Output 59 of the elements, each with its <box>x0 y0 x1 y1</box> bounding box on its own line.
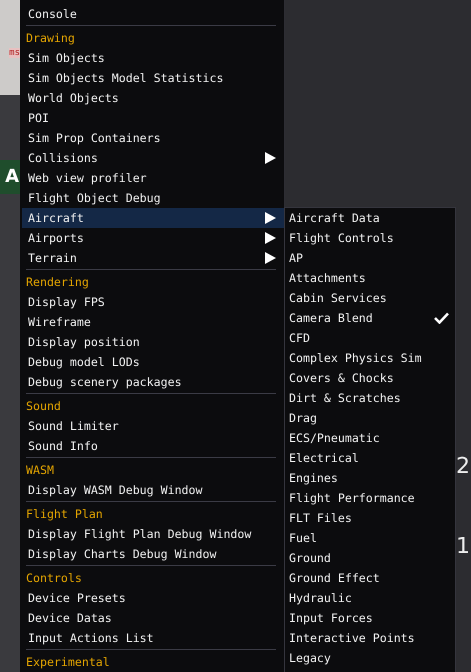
menu-item[interactable]: Flight Object Debug <box>22 188 284 208</box>
menu-item[interactable]: Flight Performance <box>285 488 455 508</box>
menu-item[interactable]: ECS/Pneumatic <box>285 428 455 448</box>
menu-item[interactable]: Aircraft Data <box>285 208 455 228</box>
readout-value: 2 <box>456 454 470 479</box>
menu-item[interactable]: Display WASM Debug Window <box>22 480 284 500</box>
menu-item[interactable]: Sim Objects <box>22 48 284 68</box>
menu-item[interactable]: Legacy <box>285 648 455 668</box>
menu-item[interactable]: Fuel <box>285 528 455 548</box>
menu-item[interactable]: Sim Objects Model Statistics <box>22 68 284 88</box>
menu-item[interactable]: Collisions <box>22 148 284 168</box>
menu-item[interactable]: Input Actions List <box>22 628 284 648</box>
menu-item[interactable]: FLT Files <box>285 508 455 528</box>
sign-fragment: A <box>0 160 20 194</box>
menu-item[interactable]: Display position <box>22 332 284 352</box>
menu-item[interactable]: Electrical <box>285 448 455 468</box>
section-header: WASM <box>25 462 55 479</box>
section-header: Flight Plan <box>25 506 104 523</box>
menu-item[interactable]: Device Presets <box>22 588 284 608</box>
menu-item[interactable]: Complex Physics Sim <box>285 348 455 368</box>
menu-item[interactable]: World Objects <box>22 88 284 108</box>
stat-label: ms <box>9 48 20 58</box>
menu-item[interactable]: Camera Blend <box>285 308 455 328</box>
menu-item[interactable]: Debug scenery packages <box>22 372 284 392</box>
menu-item[interactable]: Interactive Points <box>285 628 455 648</box>
menu-item[interactable]: Input Forces <box>285 608 455 628</box>
menu-item[interactable]: Engines <box>285 468 455 488</box>
menu-item[interactable]: Display FPS <box>22 292 284 312</box>
menu-item[interactable]: Dirt & Scratches <box>285 388 455 408</box>
menu-item[interactable]: Display Flight Plan Debug Window <box>22 524 284 544</box>
menu-item[interactable]: Flight Controls <box>285 228 455 248</box>
section-header: Controls <box>25 570 83 587</box>
menu-item[interactable]: AP <box>285 248 455 268</box>
menu-item[interactable]: Terrain <box>22 248 284 268</box>
section-header: Experimental <box>25 654 111 671</box>
menu-item[interactable]: Aircraft <box>22 208 284 228</box>
menu-item[interactable]: CFD <box>285 328 455 348</box>
menu-item[interactable]: Attachments <box>285 268 455 288</box>
menu-item[interactable]: Sim Prop Containers <box>22 128 284 148</box>
menu-item[interactable]: Cabin Services <box>285 288 455 308</box>
section-header: Drawing <box>25 30 76 47</box>
menu-item[interactable]: Ground Effect <box>285 568 455 588</box>
menu-item[interactable]: Debug model LODs <box>22 352 284 372</box>
section-header: Sound <box>25 398 62 415</box>
menu-item[interactable]: Device Datas <box>22 608 284 628</box>
menu-item[interactable]: Sound Limiter <box>22 416 284 436</box>
menu-item[interactable]: Airports <box>22 228 284 248</box>
menu-item[interactable]: Sound Info <box>22 436 284 456</box>
section-header: Rendering <box>25 274 90 291</box>
menu-item[interactable]: Wireframe <box>22 312 284 332</box>
menu-item[interactable]: Ground <box>285 548 455 568</box>
menu-item[interactable]: Drag <box>285 408 455 428</box>
menu-item[interactable]: Display Charts Debug Window <box>22 544 284 564</box>
menu-item[interactable]: POI <box>22 108 284 128</box>
menu-item[interactable]: Hydraulic <box>285 588 455 608</box>
menu-item[interactable]: Covers & Chocks <box>285 368 455 388</box>
menu-item[interactable]: Console <box>22 4 284 24</box>
menu-item[interactable]: Web view profiler <box>22 168 284 188</box>
readout-value: 1 <box>456 534 470 559</box>
